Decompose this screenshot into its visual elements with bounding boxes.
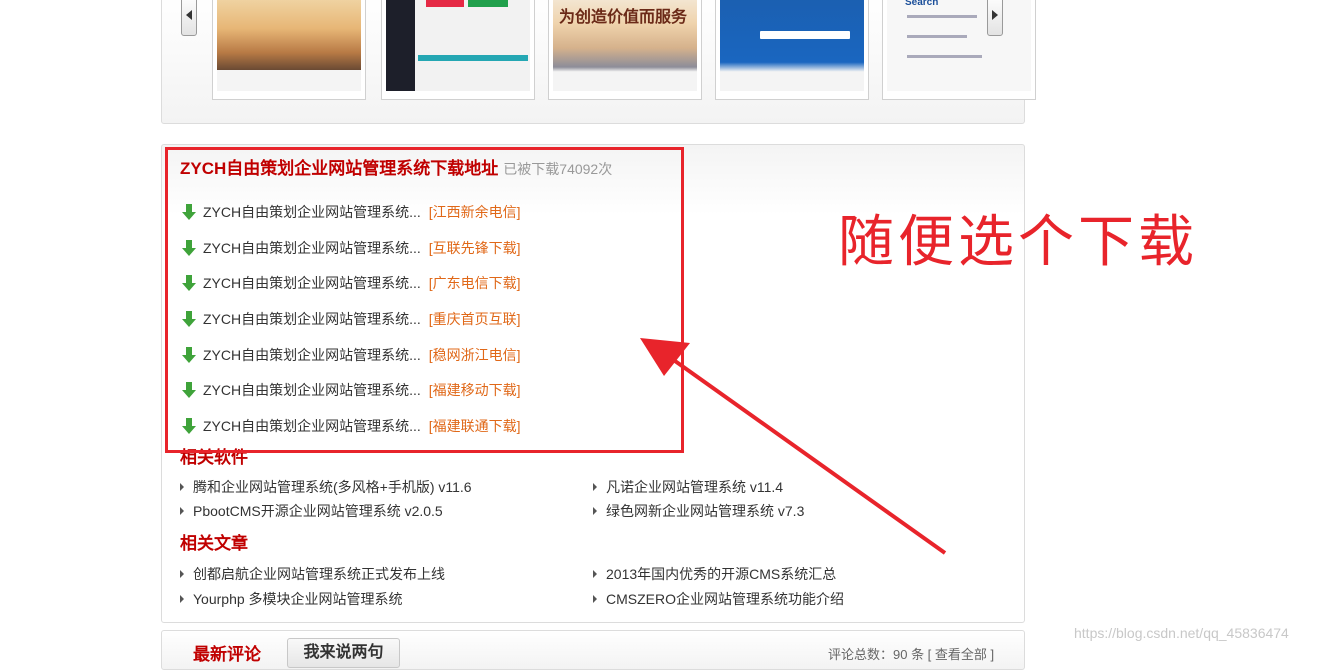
download-source-link[interactable]: [稳网浙江电信] xyxy=(429,345,521,365)
related-article-link[interactable]: Yourphp 多模块企业网站管理系统 xyxy=(180,590,403,608)
download-title: ZYCH自由策划企业网站管理系统下载地址 xyxy=(180,159,499,178)
download-item[interactable]: ZYCH自由策划企业网站管理系统... [互联先锋下载] xyxy=(180,230,521,266)
download-count: 已被下载74092次 xyxy=(503,161,613,177)
related-article-link[interactable]: 创都启航企业网站管理系统正式发布上线 xyxy=(180,565,445,583)
download-source-link[interactable]: [福建移动下载] xyxy=(429,380,521,400)
related-articles-title: 相关文章 xyxy=(180,534,248,553)
download-source-link[interactable]: [广东电信下载] xyxy=(429,273,521,293)
download-arrow-icon xyxy=(180,239,198,257)
download-item-name: ZYCH自由策划企业网站管理系统... xyxy=(203,417,421,434)
screenshot-thumb-3[interactable]: 为创造价值而服务 xyxy=(548,0,702,100)
annotation-text: 随便选个下载 xyxy=(838,210,1198,275)
screenshot-thumb-2[interactable] xyxy=(381,0,535,100)
screenshot-thumb-1[interactable] xyxy=(212,0,366,100)
related-software-title: 相关软件 xyxy=(180,448,248,467)
download-header: ZYCH自由策划企业网站管理系统下载地址 已被下载74092次 xyxy=(180,158,612,180)
comments-count[interactable]: 评论总数：90 条 [ 查看全部 ] xyxy=(828,644,994,663)
download-item[interactable]: ZYCH自由策划企业网站管理系统... [福建联通下载] xyxy=(180,408,521,444)
download-item[interactable]: ZYCH自由策划企业网站管理系统... [重庆首页互联] xyxy=(180,301,521,337)
scroll-left-button[interactable] xyxy=(181,0,197,36)
download-item-name: ZYCH自由策划企业网站管理系统... xyxy=(203,382,421,399)
chevron-left-icon xyxy=(186,10,192,20)
download-item[interactable]: ZYCH自由策划企业网站管理系统... [福建移动下载] xyxy=(180,372,521,408)
download-arrow-icon xyxy=(180,346,198,364)
download-item-name: ZYCH自由策划企业网站管理系统... xyxy=(203,346,421,363)
related-software-link[interactable]: 腾和企业网站管理系统(多风格+手机版) v11.6 xyxy=(180,478,472,496)
download-item[interactable]: ZYCH自由策划企业网站管理系统... [稳网浙江电信] xyxy=(180,337,521,373)
download-arrow-icon xyxy=(180,417,198,435)
download-source-link[interactable]: [互联先锋下载] xyxy=(429,238,521,258)
scroll-right-button[interactable] xyxy=(987,0,1003,36)
download-item[interactable]: ZYCH自由策划企业网站管理系统... [广东电信下载] xyxy=(180,265,521,301)
chevron-right-icon xyxy=(992,10,998,20)
related-article-link[interactable]: CMSZERO企业网站管理系统功能介绍 xyxy=(593,590,844,608)
watermark: https://blog.csdn.net/qq_45836474 xyxy=(1074,625,1289,641)
download-item-name: ZYCH自由策划企业网站管理系统... xyxy=(203,310,421,327)
related-article-link[interactable]: 2013年国内优秀的开源CMS系统汇总 xyxy=(592,565,836,583)
screenshot-thumb-4[interactable] xyxy=(715,0,869,100)
download-item-name: ZYCH自由策划企业网站管理系统... xyxy=(203,275,421,292)
thumb-slogan: 为创造价值而服务 xyxy=(559,7,688,26)
download-arrow-icon xyxy=(180,203,198,221)
download-item[interactable]: ZYCH自由策划企业网站管理系统... [江西新余电信] xyxy=(180,194,521,230)
download-list: ZYCH自由策划企业网站管理系统... [江西新余电信] ZYCH自由策划企业网… xyxy=(180,194,521,444)
download-arrow-icon xyxy=(180,310,198,328)
download-arrow-icon xyxy=(180,274,198,292)
related-software-link[interactable]: 凡诺企业网站管理系统 v11.4 xyxy=(592,478,783,496)
download-source-link[interactable]: [重庆首页互联] xyxy=(429,309,521,329)
thumb-search-label: Search xyxy=(905,0,939,8)
download-source-link[interactable]: [江西新余电信] xyxy=(429,202,521,222)
download-source-link[interactable]: [福建联通下载] xyxy=(429,416,521,436)
download-arrow-icon xyxy=(180,381,198,399)
related-software-link[interactable]: 绿色网新企业网站管理系统 v7.3 xyxy=(592,502,804,520)
write-comment-button[interactable]: 我来说两句 xyxy=(287,638,400,668)
screenshot-thumb-5[interactable]: Search xyxy=(882,0,1036,100)
related-software-link[interactable]: PbootCMS开源企业网站管理系统 v2.0.5 xyxy=(180,502,443,520)
download-item-name: ZYCH自由策划企业网站管理系统... xyxy=(203,203,421,220)
download-item-name: ZYCH自由策划企业网站管理系统... xyxy=(203,239,421,256)
